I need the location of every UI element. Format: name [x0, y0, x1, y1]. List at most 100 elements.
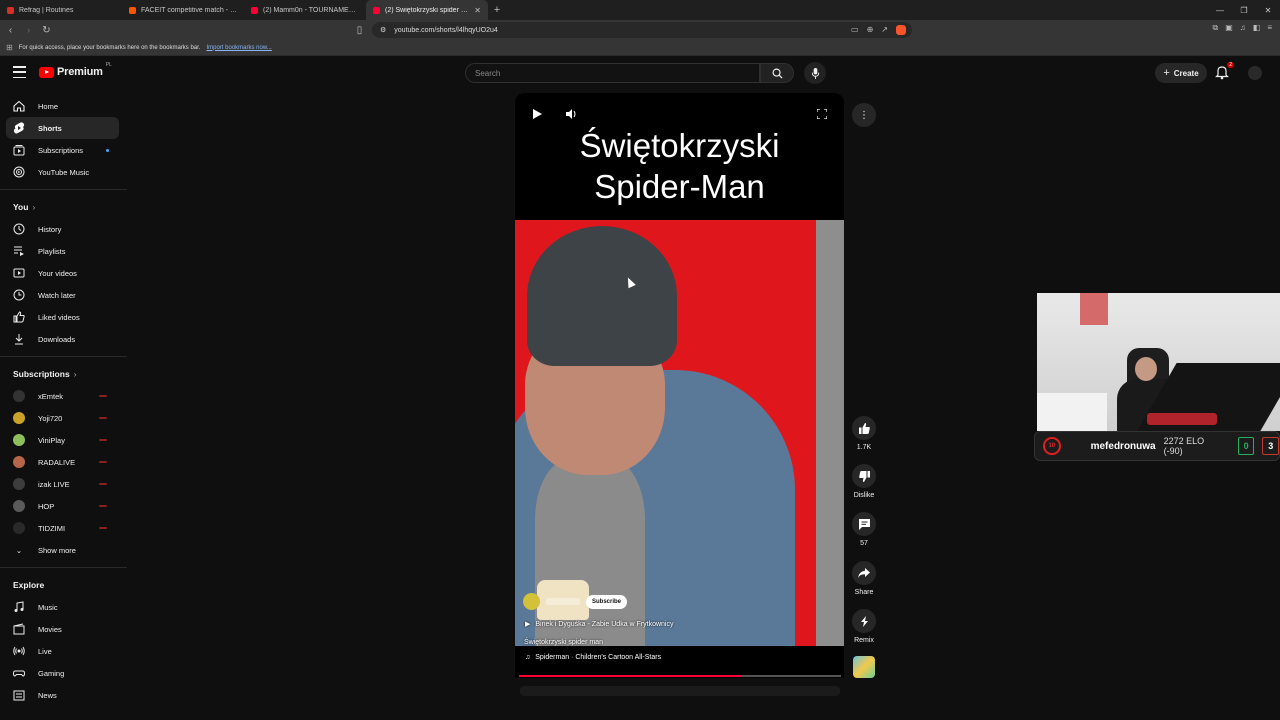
sidebar-item-music[interactable]: Music	[6, 596, 119, 618]
create-button[interactable]: + Create	[1155, 63, 1207, 83]
sidebar-item-label: Subscriptions	[38, 145, 84, 155]
sidebar-item-history[interactable]: History	[6, 218, 119, 240]
sidebar-channel[interactable]: TIDZIMI	[6, 517, 119, 539]
dislike-label: Dislike	[853, 492, 875, 499]
subscriptions-title: Subscriptions	[13, 369, 70, 379]
search-input[interactable]: Search	[465, 63, 760, 83]
brave-shield-icon[interactable]	[896, 25, 906, 35]
channel-label: izak LIVE	[38, 479, 70, 489]
back-icon[interactable]: ‹	[3, 20, 18, 40]
subscribe-button[interactable]: Subscribe	[586, 594, 628, 609]
comments-button[interactable]: 57	[848, 512, 880, 547]
live-indicator-icon	[99, 527, 107, 529]
sidebar-subscriptions-header[interactable]: Subscriptions ›	[0, 363, 127, 385]
sidebar-item-liked-videos[interactable]: Liked videos	[6, 306, 119, 328]
close-window-icon[interactable]: ✕	[1256, 0, 1280, 20]
new-tab-button[interactable]: +	[488, 0, 506, 20]
url-field[interactable]: ⚙ youtube.com/shorts/l4lhqyUO2u4 ▭ ⊕ ↗	[372, 22, 912, 38]
like-button[interactable]: 1.7K	[848, 416, 880, 451]
live-indicator-icon	[99, 417, 107, 419]
sidebar-item-shorts[interactable]: Shorts	[6, 117, 119, 139]
wallet-icon[interactable]: ▣	[1225, 23, 1233, 33]
fullscreen-icon	[817, 109, 827, 119]
fullscreen-button[interactable]	[815, 107, 829, 121]
window-controls: — ❐ ✕	[1208, 0, 1280, 20]
sidebar-channel[interactable]: izak LIVE	[6, 473, 119, 495]
sidebar-item-subscriptions[interactable]: Subscriptions	[6, 139, 119, 161]
zoom-icon[interactable]: ⊕	[867, 25, 874, 35]
sidebar-channel[interactable]: xEmtek	[6, 385, 119, 407]
sidebar-item-movies[interactable]: Movies	[6, 618, 119, 640]
sidebar-channel[interactable]: Yoji720	[6, 407, 119, 429]
live-indicator-icon	[99, 395, 107, 397]
share-page-icon[interactable]: ↗	[881, 25, 888, 35]
import-bookmarks-link[interactable]: Import bookmarks now...	[206, 45, 271, 51]
share-label: Share	[854, 589, 874, 596]
playlist-link[interactable]: ▶ Binek i Dyguśka - Żabie Udka w Frytkow…	[525, 620, 674, 629]
voice-search-button[interactable]	[804, 62, 826, 84]
sidebar-channel[interactable]: ViniPlay	[6, 429, 119, 451]
share-button[interactable]: Share	[848, 561, 880, 596]
sidebar-item-label: YouTube Music	[38, 167, 90, 177]
faceit-level-badge: 10	[1043, 437, 1061, 455]
sidebar-item-home[interactable]: Home	[6, 95, 119, 117]
sound-thumbnail[interactable]	[853, 656, 875, 678]
tab-close-icon[interactable]: ✕	[474, 6, 481, 15]
notifications-button[interactable]: 2	[1215, 62, 1234, 81]
maximize-icon[interactable]: ❐	[1232, 0, 1256, 20]
media-icon[interactable]: ♫	[1240, 23, 1246, 33]
bookmark-icon[interactable]: ▯	[352, 20, 367, 40]
browser-tab[interactable]: Refrag | Routines	[0, 0, 122, 20]
sidebar-item-gaming[interactable]: Gaming	[6, 662, 119, 684]
logo-text: Premium	[57, 66, 103, 78]
forward-icon[interactable]: ›	[21, 20, 36, 40]
minimize-icon[interactable]: —	[1208, 0, 1232, 20]
video-title[interactable]: Świętokrzyski spider man	[524, 639, 603, 646]
faceit-wins: 0	[1237, 437, 1255, 455]
channel-avatar[interactable]	[523, 593, 540, 610]
extensions-icon[interactable]: ⧉	[1212, 23, 1218, 33]
next-short-preview[interactable]	[520, 686, 840, 696]
sidebar-you-header[interactable]: You ›	[0, 196, 127, 218]
sidebar-item-news[interactable]: News	[6, 684, 119, 706]
sidebar-toggle-icon[interactable]: ◧	[1253, 23, 1261, 33]
site-info-icon[interactable]: ⚙	[380, 26, 386, 34]
sidebar-item-watch-later[interactable]: Watch later	[6, 284, 119, 306]
channel-name[interactable]	[546, 598, 580, 605]
sidebar-item-youtube-music[interactable]: YouTube Music	[6, 161, 119, 183]
browser-tab[interactable]: (2) Mamm0n - TOURNAMENT CD | E	[244, 0, 366, 20]
play-button[interactable]	[530, 107, 544, 121]
cast-icon[interactable]: ▭	[851, 25, 859, 35]
bell-icon	[1215, 66, 1229, 80]
sidebar-item-label: Liked videos	[38, 312, 80, 322]
sidebar-item-live[interactable]: Live	[6, 640, 119, 662]
music-note-icon: ♫	[525, 654, 531, 661]
dislike-button[interactable]: Dislike	[848, 464, 880, 499]
browser-tab[interactable]: (2) Świętokrzyski spider man ✕	[366, 0, 488, 20]
browser-menu-icon[interactable]: ≡	[1267, 23, 1272, 33]
sidebar-item-downloads[interactable]: Downloads	[6, 328, 119, 350]
account-avatar[interactable]	[1248, 66, 1262, 80]
search-button[interactable]	[760, 63, 794, 83]
remix-button[interactable]: Remix	[848, 609, 880, 644]
webcam-poster	[1080, 293, 1108, 325]
volume-button[interactable]	[565, 107, 579, 121]
progress-bar[interactable]	[519, 675, 841, 677]
more-options-button[interactable]: ⋮	[852, 103, 876, 127]
sidebar-channel[interactable]: HOP	[6, 495, 119, 517]
sidebar-item-playlists[interactable]: Playlists	[6, 240, 119, 262]
video-frame[interactable]	[515, 220, 844, 646]
shorts-player[interactable]: Świętokrzyski Spider-Man Subscribe ▶ Bin…	[515, 93, 844, 678]
apps-grid-icon[interactable]: ⊞	[6, 43, 13, 52]
remix-label: Remix	[854, 637, 874, 644]
browser-tab[interactable]: FACEIT competitive match - FACEIT.c	[122, 0, 244, 20]
sidebar-item-your-videos[interactable]: Your videos	[6, 262, 119, 284]
play-icon	[532, 109, 542, 119]
tab-favicon-icon	[129, 6, 136, 14]
music-link[interactable]: ♫ Spiderman · Children's Cartoon All-Sta…	[525, 654, 661, 661]
show-more-button[interactable]: ⌄ Show more	[6, 539, 119, 561]
reload-icon[interactable]: ↻	[39, 20, 54, 40]
youtube-logo[interactable]: Premium PL	[39, 62, 112, 78]
sidebar-channel[interactable]: RADALIVE	[6, 451, 119, 473]
menu-icon[interactable]	[13, 66, 26, 78]
